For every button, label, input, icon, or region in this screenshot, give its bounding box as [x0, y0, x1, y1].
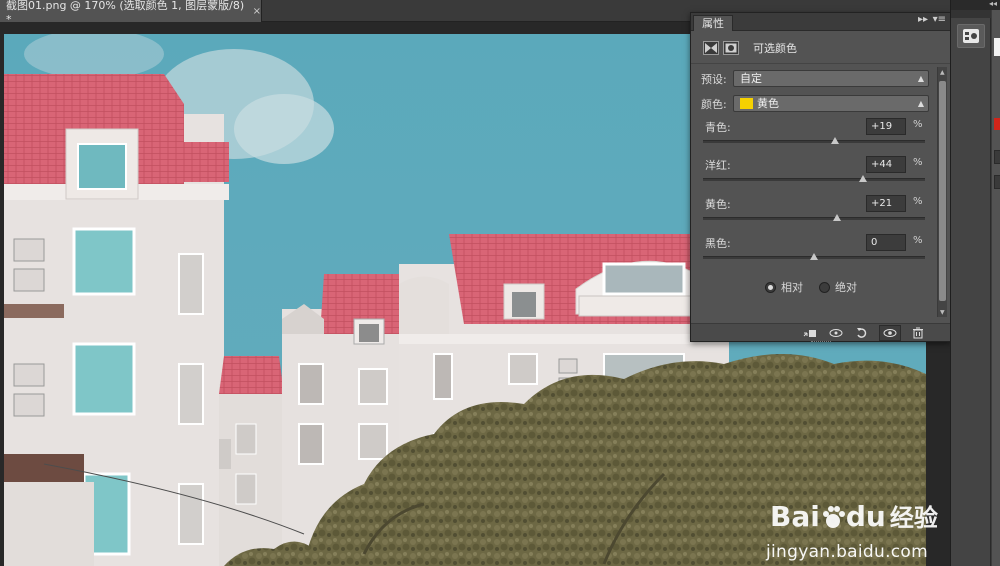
properties-icon: [963, 29, 979, 43]
view-previous-icon[interactable]: [825, 325, 847, 341]
reset-icon[interactable]: [851, 325, 873, 341]
dock-icon-column: [951, 10, 991, 566]
preset-value: 自定: [740, 72, 762, 85]
expand-icon[interactable]: ▸▸: [918, 14, 928, 25]
adjustment-icon[interactable]: [703, 40, 719, 55]
color-swatch: [740, 97, 753, 109]
watermark-brand-cn: 经验: [889, 504, 938, 532]
panel-resize-grip[interactable]: [811, 341, 831, 343]
slider-thumb[interactable]: [833, 214, 842, 221]
colors-value: 黄色: [757, 97, 779, 110]
watermark-logo: Bai du 经验: [770, 498, 938, 533]
select-arrow-icon: ▲: [917, 74, 924, 83]
slider-thumb[interactable]: [858, 175, 867, 182]
percent-unit: %: [913, 157, 923, 168]
dock-control[interactable]: [994, 175, 1000, 189]
radio-relative[interactable]: [765, 281, 776, 293]
percent-unit: %: [913, 196, 923, 207]
trash-icon[interactable]: [907, 325, 929, 341]
watermark-brand-tail: du: [845, 500, 886, 533]
method-absolute[interactable]: 绝对: [819, 279, 857, 295]
slider-track[interactable]: [703, 175, 925, 182]
document-tab[interactable]: 截图01.png @ 170% (选取颜色 1, 图层蒙版/8) * ×: [0, 0, 262, 26]
preset-select[interactable]: 自定 ▲: [733, 70, 929, 87]
panel-scrollbar[interactable]: ▲ ▼: [937, 67, 947, 317]
slider-thumb[interactable]: [810, 253, 818, 260]
method-absolute-label: 绝对: [835, 281, 857, 294]
slider-track[interactable]: [703, 253, 925, 260]
slider-label: 青色:: [705, 121, 731, 134]
collapse-icon[interactable]: ◂◂: [989, 0, 997, 8]
slider-value-input[interactable]: +44: [866, 156, 906, 173]
panel-tab-bar: 属性 ▸▸ ▾≡: [691, 13, 950, 31]
slider-thumb[interactable]: [831, 137, 840, 144]
method-relative-label: 相对: [781, 281, 803, 294]
panel-title: 可选颜色: [753, 41, 797, 55]
close-icon[interactable]: ×: [253, 6, 261, 17]
preset-label: 预设:: [701, 73, 727, 86]
dock-panel-strip: [992, 10, 1000, 566]
properties-panel: 属性 ▸▸ ▾≡ 可选颜色 预设: 自定 ▲ 颜色: 黄色 ▲ 相对 绝对 ▲ …: [690, 12, 951, 342]
slider-track[interactable]: [703, 214, 925, 221]
visibility-eye-icon[interactable]: [879, 325, 901, 341]
tab-properties[interactable]: 属性: [693, 15, 733, 31]
method-relative[interactable]: 相对: [765, 279, 803, 295]
watermark-brand: Bai: [770, 500, 820, 533]
dock-header: ◂◂: [951, 0, 1000, 10]
slider-track[interactable]: [703, 137, 925, 144]
dock-swatch-red[interactable]: [994, 118, 1000, 130]
scrollbar-thumb[interactable]: [939, 81, 946, 301]
select-arrow-icon: ▲: [917, 99, 924, 108]
slider-label: 洋红:: [705, 159, 731, 172]
dock-properties-button[interactable]: [957, 24, 985, 48]
dock-control[interactable]: [994, 150, 1000, 164]
dock-swatch-white[interactable]: [994, 38, 1000, 56]
dock-column-grip[interactable]: [951, 10, 991, 18]
paw-icon: [822, 506, 845, 528]
panel-footer: [691, 323, 950, 341]
panel-header: 可选颜色: [691, 32, 950, 64]
watermark-url: jingyan.baidu.com: [766, 542, 928, 562]
slider-value-input[interactable]: +19: [866, 118, 906, 135]
panel-menu-icon[interactable]: ▾≡: [933, 14, 946, 25]
layer-mask-icon[interactable]: [723, 40, 739, 55]
slider-label: 黄色:: [705, 198, 731, 211]
scroll-down-icon[interactable]: ▼: [940, 309, 945, 316]
slider-value-input[interactable]: +21: [866, 195, 906, 212]
right-dock: ◂◂: [950, 0, 1000, 566]
baidu-watermark: Bai du 经验 jingyan.baidu.com: [760, 482, 950, 566]
percent-unit: %: [913, 235, 923, 246]
slider-value-input[interactable]: 0: [866, 234, 906, 251]
scroll-up-icon[interactable]: ▲: [940, 69, 945, 76]
clip-to-layer-icon[interactable]: [799, 325, 821, 341]
colors-label: 颜色:: [701, 98, 727, 111]
percent-unit: %: [913, 119, 923, 130]
slider-label: 黑色:: [705, 237, 731, 250]
colors-select[interactable]: 黄色 ▲: [733, 95, 929, 112]
radio-absolute[interactable]: [819, 281, 830, 293]
